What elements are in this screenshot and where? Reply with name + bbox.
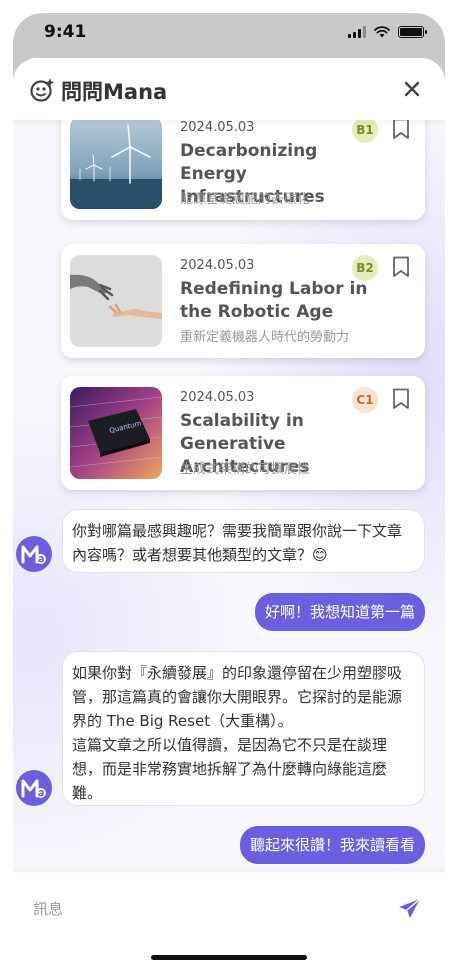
wind-turbines-image (70, 117, 162, 209)
bot-avatar (16, 770, 52, 806)
bookmark-icon[interactable] (392, 118, 410, 140)
article-card[interactable]: 2024.05.03 Decarbonizing Energy Infrastr… (61, 106, 425, 220)
article-subtitle: 能源基礎設施的去碳化 (180, 192, 311, 207)
bot-avatar (16, 536, 52, 572)
article-title: Redefining Labor in the Robotic Age (180, 279, 368, 322)
level-badge: B2 (352, 255, 378, 281)
article-card[interactable]: Quantum 2024.05.03 Scalability in Genera… (61, 376, 425, 490)
mana-logo-icon (21, 779, 46, 798)
robot-hand-image (70, 255, 162, 347)
level-badge: B1 (352, 117, 378, 143)
wifi-icon (374, 26, 390, 38)
article-date: 2024.05.03 (180, 120, 255, 135)
status-icons (348, 26, 427, 38)
message-input[interactable] (33, 894, 373, 924)
page-title: 問問Mana (61, 80, 168, 104)
message-input-bar (13, 872, 445, 978)
chat-header: 問問Mana (13, 58, 445, 120)
bookmark-icon[interactable] (392, 256, 410, 278)
home-indicator (151, 955, 307, 960)
robot-face-icon (30, 78, 55, 102)
battery-icon (398, 26, 427, 38)
article-card[interactable]: 2024.05.03 Redefining Labor in the Robot… (61, 244, 425, 358)
user-message: 好啊！我想知道第一篇 (254, 593, 425, 631)
article-date: 2024.05.03 (180, 390, 255, 405)
mana-logo-icon (21, 545, 46, 564)
user-message: 聽起來很讚！我來讀看看 (239, 826, 425, 864)
bot-message: 如果你對『永續發展』的印象還停留在少用塑膠吸管，那這篇真的會讓你大開眼界。它探討… (62, 651, 425, 806)
send-icon[interactable] (397, 896, 423, 922)
article-subtitle: 重新定義機器人時代的勞動力 (180, 330, 350, 345)
quantum-chip-image: Quantum (70, 387, 162, 479)
level-badge: C1 (352, 387, 378, 413)
cellular-signal-icon (348, 26, 366, 38)
bookmark-icon[interactable] (392, 388, 410, 410)
status-time: 9:41 (44, 22, 87, 42)
article-date: 2024.05.03 (180, 258, 255, 273)
article-subtitle: 生成式架構的可擴展性 (180, 462, 311, 477)
close-icon[interactable] (399, 76, 425, 102)
chat-sheet: 問問Mana 2024.05.03 Decarbonizing Energy I… (13, 58, 445, 978)
bot-message: 你對哪篇最感興趣呢？需要我簡單跟你說一下文章內容嗎？或者想要其他類型的文章？😊 (62, 509, 425, 573)
